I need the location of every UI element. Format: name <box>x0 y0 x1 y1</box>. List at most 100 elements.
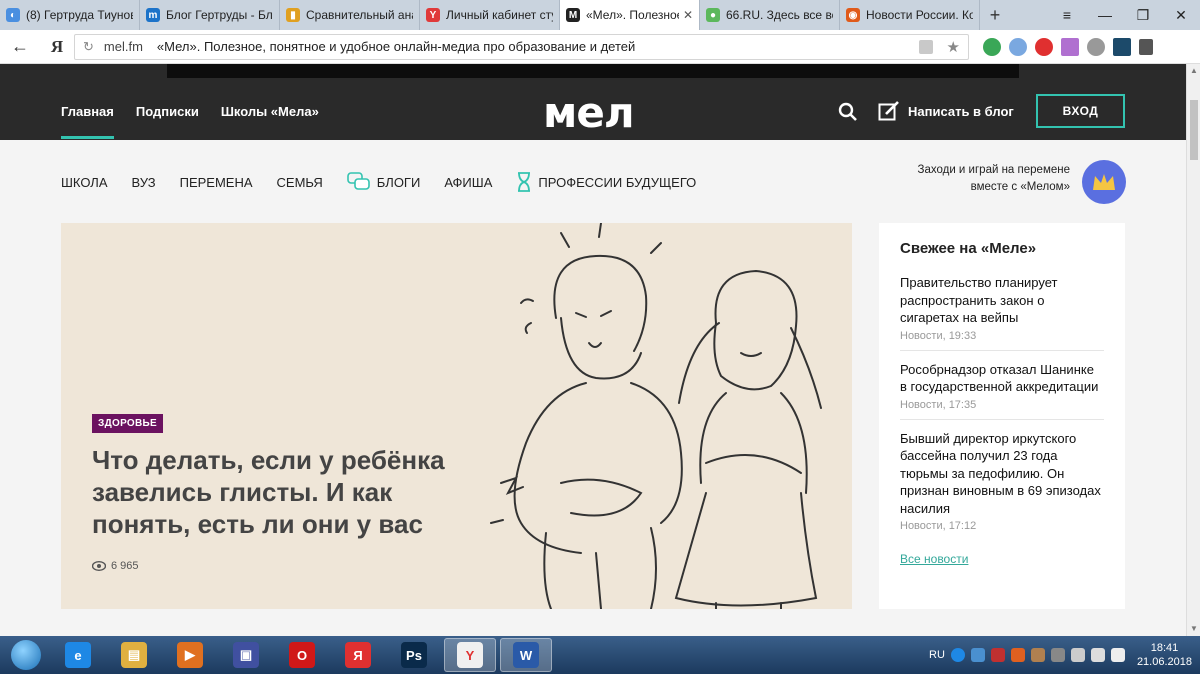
browser-tab[interactable]: ▮ Сравнительный анализ <box>280 0 420 30</box>
section-nav-item[interactable]: ПРОФЕССИИ БУДУЩЕГО <box>516 172 696 192</box>
ad-banner-strip <box>167 64 1019 78</box>
back-button[interactable]: ← <box>0 36 40 57</box>
start-button[interactable] <box>0 636 52 674</box>
chat-bubbles-icon <box>346 172 370 190</box>
volume-tray-icon[interactable] <box>1110 648 1125 662</box>
browser-tab[interactable]: ● 66.RU. Здесь все все <box>700 0 840 30</box>
hero-article[interactable]: ЗДОРОВЬЕ Что делать, если у ребёнка заве… <box>61 223 852 609</box>
downloads-icon[interactable] <box>1139 38 1153 55</box>
section-nav-item[interactable]: ШКОЛА <box>61 175 108 190</box>
web-page: Главная Подписки Школы «Мела» мел Написать… <box>0 64 1186 636</box>
tab-favicon-icon: ◉ <box>846 8 860 22</box>
all-news-link[interactable]: Все новости <box>900 552 968 566</box>
screenshot-extension-icon[interactable] <box>1113 37 1131 56</box>
news-item[interactable]: Правительство планирует распространить з… <box>900 274 1104 351</box>
news-item[interactable]: Бывший директор иркутского бассейна полу… <box>900 430 1104 541</box>
login-button[interactable]: ВХОД <box>1036 94 1125 128</box>
url-domain: mel.fm <box>103 39 143 54</box>
url-field[interactable]: ↻ mel.fm «Мел». Полезное, понятное и удо… <box>74 33 969 60</box>
browser-tab[interactable]: ◉ Новости России. Кон <box>840 0 980 30</box>
reload-icon[interactable]: ↻ <box>83 39 94 55</box>
write-blog-button[interactable]: Написать в блог <box>878 100 1014 122</box>
section-nav-item[interactable]: СЕМЬЯ <box>277 175 323 190</box>
taskbar-app-button[interactable]: Я <box>332 638 384 672</box>
section-nav: ШКОЛА ВУЗ ПЕРЕМЕНА СЕМЬЯ БЛОГИ АФИША ПРОФЕССИИ… <box>61 172 696 192</box>
dropbox-tray-icon[interactable] <box>970 648 985 662</box>
opera-icon: O <box>289 642 315 668</box>
taskbar-app-button[interactable]: ▶ <box>164 638 216 672</box>
taskbar-app-button[interactable]: W <box>500 638 552 672</box>
taskbar-app-button[interactable]: ▣ <box>220 638 272 672</box>
media-player-icon: ▶ <box>177 642 203 668</box>
cloud-extension-icon[interactable] <box>1009 37 1027 56</box>
protect-icon[interactable] <box>918 39 933 54</box>
system-clock[interactable]: 18:41 21.06.2018 <box>1137 641 1192 669</box>
lightbulb-extension-icon[interactable] <box>1087 37 1105 56</box>
clock-date: 21.06.2018 <box>1136 656 1192 668</box>
menu-icon[interactable]: ≡ <box>1048 0 1086 30</box>
section-nav-item[interactable]: БЛОГИ <box>346 172 420 192</box>
tab-label: (8) Гертруда Тиунова <box>26 8 133 22</box>
mel-logo[interactable]: мел <box>543 88 635 137</box>
browser-tab[interactable]: Y Личный кабинет студ <box>420 0 560 30</box>
fresh-heading: Свежее на «Меле» <box>900 240 1037 257</box>
windows-logo-icon <box>11 640 41 670</box>
news-meta: Новости, 17:35 <box>900 398 977 411</box>
news-item[interactable]: Рособрнадзор отказал Шанинке в государст… <box>900 361 1104 420</box>
news-title[interactable]: Бывший директор иркутского бассейна полу… <box>900 430 1104 518</box>
news-meta: Новости, 17:12 <box>900 520 977 532</box>
news-title[interactable]: Правительство планирует распространить з… <box>900 274 1104 327</box>
new-tab-button[interactable]: + <box>980 0 1010 30</box>
fresh-news-panel: Свежее на «Меле» Правительство планирует… <box>879 223 1125 609</box>
taskbar-app-button[interactable]: ▤ <box>108 638 160 672</box>
taskbar-app-button[interactable]: O <box>276 638 328 672</box>
tab-favicon-icon: Y <box>426 8 440 22</box>
adguard-extension-icon[interactable] <box>983 37 1001 56</box>
taskbar-app-button[interactable]: Y <box>444 638 496 672</box>
scrollbar-thumb[interactable] <box>1190 100 1198 160</box>
page-scrollbar[interactable]: ▲ ▼ <box>1186 64 1200 636</box>
restore-icon[interactable]: ❐ <box>1124 0 1162 30</box>
main-nav-item[interactable]: Главная <box>61 104 114 139</box>
app-tray-icon[interactable] <box>990 648 1005 662</box>
write-blog-label: Написать в блог <box>908 103 1014 119</box>
scroll-down-arrow[interactable]: ▼ <box>1187 622 1200 636</box>
language-indicator[interactable]: RU <box>929 649 945 661</box>
promo-text[interactable]: Заходи и играй на перемене вместе с «Мел… <box>880 162 1071 196</box>
yandex-home-button[interactable]: Я <box>40 37 74 57</box>
network-tray-icon[interactable] <box>1070 648 1085 662</box>
news-title[interactable]: Рособрнадзор отказал Шанинке в государст… <box>900 361 1104 396</box>
close-window-icon[interactable]: ✕ <box>1162 0 1200 30</box>
browser-tab[interactable]: M «Мел». Полезное, п ✕ <box>560 0 700 30</box>
main-nav-item[interactable]: Школы «Мела» <box>221 104 319 139</box>
hero-illustration <box>490 223 822 609</box>
system-tray: RU 18:41 21.06.2018 <box>929 636 1200 674</box>
close-tab-icon[interactable]: ✕ <box>683 8 693 22</box>
hero-title[interactable]: Что делать, если у ребёнка завелись глис… <box>92 444 472 540</box>
pen-extension-icon[interactable] <box>1061 37 1079 56</box>
minimize-icon[interactable]: — <box>1086 0 1124 30</box>
drive-tray-icon[interactable] <box>1050 648 1065 662</box>
section-nav-item[interactable]: ВУЗ <box>132 175 156 190</box>
cloud-tray-icon[interactable] <box>1030 648 1045 662</box>
taskbar-app-button[interactable]: e <box>52 638 104 672</box>
ie-icon: e <box>65 642 91 668</box>
section-nav-label: СЕМЬЯ <box>276 174 323 190</box>
bookmark-star-icon[interactable]: ★ <box>947 38 960 56</box>
scroll-up-arrow[interactable]: ▲ <box>1187 64 1200 78</box>
notifications-extension-icon[interactable] <box>1035 37 1053 56</box>
taskbar-apps: e ▤ ▶ ▣ O Я Ps Y W <box>52 638 556 672</box>
office-tray-icon[interactable] <box>1010 648 1025 662</box>
search-icon[interactable] <box>838 102 858 122</box>
promo-avatar[interactable] <box>1082 160 1126 204</box>
main-nav-item[interactable]: Подписки <box>136 104 199 139</box>
url-page-title: «Мел». Полезное, понятное и удобное онла… <box>156 39 636 54</box>
taskbar-app-button[interactable]: Ps <box>388 638 440 672</box>
browser-tab[interactable]: m Блог Гертруды - Блог <box>140 0 280 30</box>
hero-tag[interactable]: ЗДОРОВЬЕ <box>92 414 163 433</box>
section-nav-item[interactable]: ПЕРЕМЕНА <box>180 175 253 190</box>
signal-tray-icon[interactable] <box>1090 648 1105 662</box>
section-nav-item[interactable]: АФИША <box>444 175 492 190</box>
help-tray-icon[interactable] <box>950 648 965 662</box>
browser-tab[interactable]: ◐ (8) Гертруда Тиунова <box>0 0 140 30</box>
